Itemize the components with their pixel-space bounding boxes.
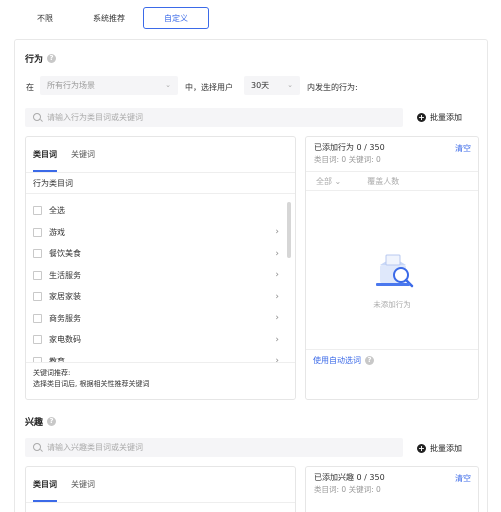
plus-circle-icon: + [417,113,426,122]
chevron-right-icon[interactable]: › [275,335,279,345]
behavior-category-panel: 类目词 关键词 行为类目词 全选 游戏 › 餐饮美食 › 生活服务 › 家居家装… [25,136,296,400]
keyword-tip: 关键词推荐: 选择类目词后, 根据相关性推荐关键词 [26,362,295,395]
category-label: 家居家装 [49,292,81,302]
plus-circle-icon: + [417,444,426,453]
category-label: 游戏 [49,227,65,237]
behavior-section-title: 行为 ? [25,52,57,65]
interest-added-header: 已添加兴趣 0 / 350 类目词: 0 关键词: 0 清空 [306,467,478,501]
empty-state: 未添加行为 [306,191,478,349]
search-icon [33,113,41,121]
empty-text: 未添加行为 [373,300,411,309]
behavior-panel-tabs: 类目词 关键词 [26,137,295,173]
behavior-scene-placeholder: 所有行为场景 [47,81,95,90]
tab-keywords[interactable]: 关键词 [71,137,95,172]
scrollbar[interactable] [287,202,291,258]
added-sub-counts: 类目词: 0 关键词: 0 [314,155,381,164]
checkbox[interactable] [33,206,42,216]
added-count: 0 / 350 [356,473,385,482]
added-filter-bar: 全部 ⌄ 覆盖人数 [306,171,478,191]
chevron-right-icon[interactable]: › [275,313,279,323]
question-circle-icon[interactable]: ? [47,417,57,426]
checkbox[interactable] [33,270,42,280]
filter-cover-label[interactable]: 覆盖人数 [367,176,399,187]
interest-category-panel: 类目词 关键词 [25,466,296,512]
days-value: 30天 [251,81,270,90]
chevron-down-icon: ⌄ [165,81,171,89]
chevron-right-icon[interactable]: › [275,227,279,237]
behavior-bulk-add-button[interactable]: + 批量添加 [417,112,462,123]
added-sub-counts: 类目词: 0 关键词: 0 [314,485,381,494]
tab-custom[interactable]: 自定义 [143,7,209,29]
behavior-added-header: 已添加行为 0 / 350 类目词: 0 关键词: 0 清空 [306,137,478,171]
tab-category-words[interactable]: 类目词 [33,467,57,502]
select-user-label: 中，选择用户 [185,83,233,92]
list-item[interactable]: 生活服务 › [26,265,295,287]
checkbox[interactable] [33,292,42,302]
checkbox[interactable] [33,227,42,237]
interest-title: 兴趣 [25,418,44,428]
checkbox[interactable] [33,249,42,259]
interest-panel-tabs: 类目词 关键词 [26,467,295,503]
tip-text: 选择类目词后, 根据相关性推荐关键词 [33,380,150,388]
interest-section-title: 兴趣 ? [25,415,57,428]
behavior-title: 行为 [25,55,44,65]
category-label: 教育 [49,356,65,362]
tab-unlimited[interactable]: 不限 [15,7,75,29]
tab-system-recommend[interactable]: 系统推荐 [75,7,143,29]
clear-button[interactable]: 清空 [455,473,471,485]
category-label: 生活服务 [49,270,81,280]
days-select[interactable]: 30天 ⌄ [244,76,300,95]
checkbox[interactable] [33,356,42,362]
tab-keywords[interactable]: 关键词 [71,467,95,502]
in-label: 在 [26,83,34,92]
added-count: 0 / 350 [356,143,385,152]
interest-bulk-add-button[interactable]: + 批量添加 [417,443,462,454]
list-item[interactable]: 商务服务 › [26,308,295,330]
filter-all-label: 全部 [316,176,332,186]
list-item[interactable]: 家电数码 › [26,329,295,351]
added-label: 已添加行为 [314,143,354,152]
category-label: 商务服务 [49,313,81,323]
list-item-select-all[interactable]: 全选 [26,200,295,222]
chevron-right-icon[interactable]: › [275,356,279,362]
chevron-right-icon[interactable]: › [275,292,279,302]
targeting-mode-tabs: 不限 系统推荐 自定义 [15,7,209,29]
interest-bulk-add-label: 批量添加 [430,444,462,453]
behavior-search-placeholder: 请输入行为类目词或关键词 [47,113,143,122]
empty-box-illustration [376,254,414,288]
filter-all-select[interactable]: 全部 ⌄ [316,176,341,187]
behavior-scene-select[interactable]: 所有行为场景 ⌄ [40,76,178,95]
category-label: 餐饮美食 [49,249,81,259]
tip-title: 关键词推荐: [33,369,71,377]
category-label: 全选 [49,206,65,216]
auto-select-row: 使用自动选词 ? [306,349,478,371]
chevron-right-icon[interactable]: › [275,270,279,280]
list-item[interactable]: 教育 › [26,351,295,362]
list-item[interactable]: 家居家装 › [26,286,295,308]
interest-added-panel: 已添加兴趣 0 / 350 类目词: 0 关键词: 0 清空 [305,466,479,512]
added-label: 已添加兴趣 [314,473,354,482]
interest-search-input[interactable]: 请输入兴趣类目词或关键词 [25,438,403,457]
behavior-bulk-add-label: 批量添加 [430,113,462,122]
checkbox[interactable] [33,313,42,323]
question-circle-icon[interactable]: ? [47,54,57,63]
chevron-right-icon[interactable]: › [275,249,279,259]
behavior-category-header: 行为类目词 [26,173,295,194]
list-item[interactable]: 餐饮美食 › [26,243,295,265]
question-circle-icon[interactable]: ? [365,356,374,365]
behavior-search-input[interactable]: 请输入行为类目词或关键词 [25,108,403,127]
list-item[interactable]: 游戏 › [26,222,295,244]
behavior-category-list[interactable]: 全选 游戏 › 餐饮美食 › 生活服务 › 家居家装 › 商务服务 › 家电数码… [26,194,295,362]
behavior-added-panel: 已添加行为 0 / 350 类目词: 0 关键词: 0 清空 全部 ⌄ 覆盖人数… [305,136,479,400]
auto-select-link[interactable]: 使用自动选词 [313,355,361,366]
interest-search-placeholder: 请输入兴趣类目词或关键词 [47,443,143,452]
category-label: 家电数码 [49,335,81,345]
clear-button[interactable]: 清空 [455,143,471,155]
checkbox[interactable] [33,335,42,345]
search-icon [33,443,41,451]
chevron-down-icon: ⌄ [334,176,342,186]
tab-category-words[interactable]: 类目词 [33,137,57,172]
chevron-down-icon: ⌄ [287,81,293,89]
behavior-suffix-label: 内发生的行为: [307,83,358,92]
